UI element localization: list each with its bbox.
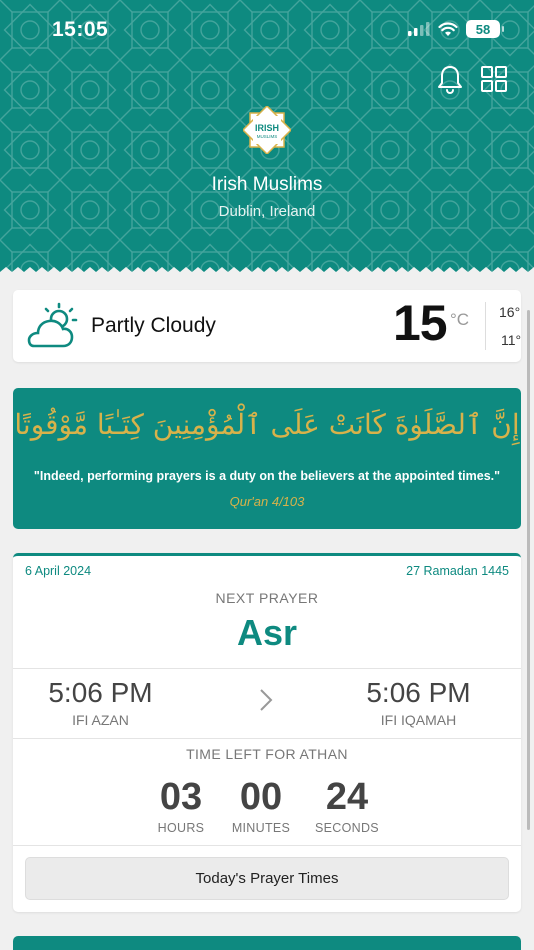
- divider: [13, 845, 521, 846]
- org-location: Dublin, Ireland: [218, 203, 316, 220]
- chevron-right-icon: [260, 689, 273, 711]
- iqamah-time: 5:06 PM: [366, 677, 471, 708]
- verse-card: إِنَّ ٱلصَّلَوٰةَ كَانَتْ عَلَى ٱلْمُؤْم…: [13, 388, 521, 529]
- scrollbar[interactable]: [527, 310, 530, 830]
- status-time: 15:05: [52, 18, 109, 41]
- temperature: 15: [393, 295, 448, 351]
- weather-condition: Partly Cloudy: [91, 314, 216, 337]
- prayer-card: 6 April 2024 27 Ramadan 1445 NEXT PRAYER…: [13, 553, 521, 912]
- wifi-icon: [438, 21, 458, 36]
- countdown-minutes: 00: [239, 776, 283, 818]
- temperature-low: 11°: [501, 332, 522, 348]
- battery-icon: 58: [466, 20, 504, 38]
- svg-text:MUSLIMS: MUSLIMS: [257, 134, 278, 139]
- next-card-edge: [13, 936, 521, 950]
- temperature-unit: °C: [450, 310, 470, 329]
- todays-prayer-times-button[interactable]: Today's Prayer Times: [25, 857, 509, 900]
- divider: [13, 738, 521, 739]
- azan-label: IFI AZAN: [72, 712, 129, 728]
- header-banner: 15:05 58 IRISH MUSLIMS Irish Muslims Dub…: [0, 0, 534, 276]
- logo: IRISH MUSLIMS: [243, 106, 291, 154]
- temperature-high: 16°: [499, 304, 521, 320]
- weather-card[interactable]: Partly Cloudy 15 °C 16° 11°: [13, 290, 521, 362]
- divider: [13, 668, 521, 669]
- bell-icon[interactable]: [436, 64, 464, 94]
- gregorian-date: 6 April 2024: [25, 564, 92, 578]
- divider: [485, 302, 486, 350]
- zigzag-edge: [0, 267, 534, 276]
- azan-time: 5:06 PM: [48, 677, 153, 708]
- seconds-label: SECONDS: [315, 821, 379, 835]
- minutes-label: MINUTES: [231, 821, 291, 835]
- cellular-signal-icon: [408, 22, 430, 36]
- countdown-seconds: 24: [325, 776, 369, 818]
- verse-translation: "Indeed, performing prayers is a duty on…: [33, 469, 501, 483]
- next-prayer-label: NEXT PRAYER: [215, 590, 319, 606]
- svg-text:IRISH: IRISH: [255, 123, 279, 133]
- verse-reference: Qur'an 4/103: [229, 494, 305, 509]
- time-left-label: TIME LEFT FOR ATHAN: [186, 746, 348, 762]
- org-name: Irish Muslims: [211, 174, 323, 195]
- iqamah-label: IFI IQAMAH: [380, 712, 457, 728]
- countdown-hours: 03: [159, 776, 203, 818]
- hijri-date: 27 Ramadan 1445: [406, 564, 509, 578]
- next-prayer-name: Asr: [236, 612, 298, 653]
- status-icons: 58: [408, 20, 504, 38]
- grid-icon[interactable]: [481, 66, 507, 92]
- verse-arabic: إِنَّ ٱلصَّلَوٰةَ كَانَتْ عَلَى ٱلْمُؤْم…: [14, 408, 520, 441]
- hours-label: HOURS: [157, 821, 205, 835]
- partly-cloudy-icon: [27, 302, 78, 348]
